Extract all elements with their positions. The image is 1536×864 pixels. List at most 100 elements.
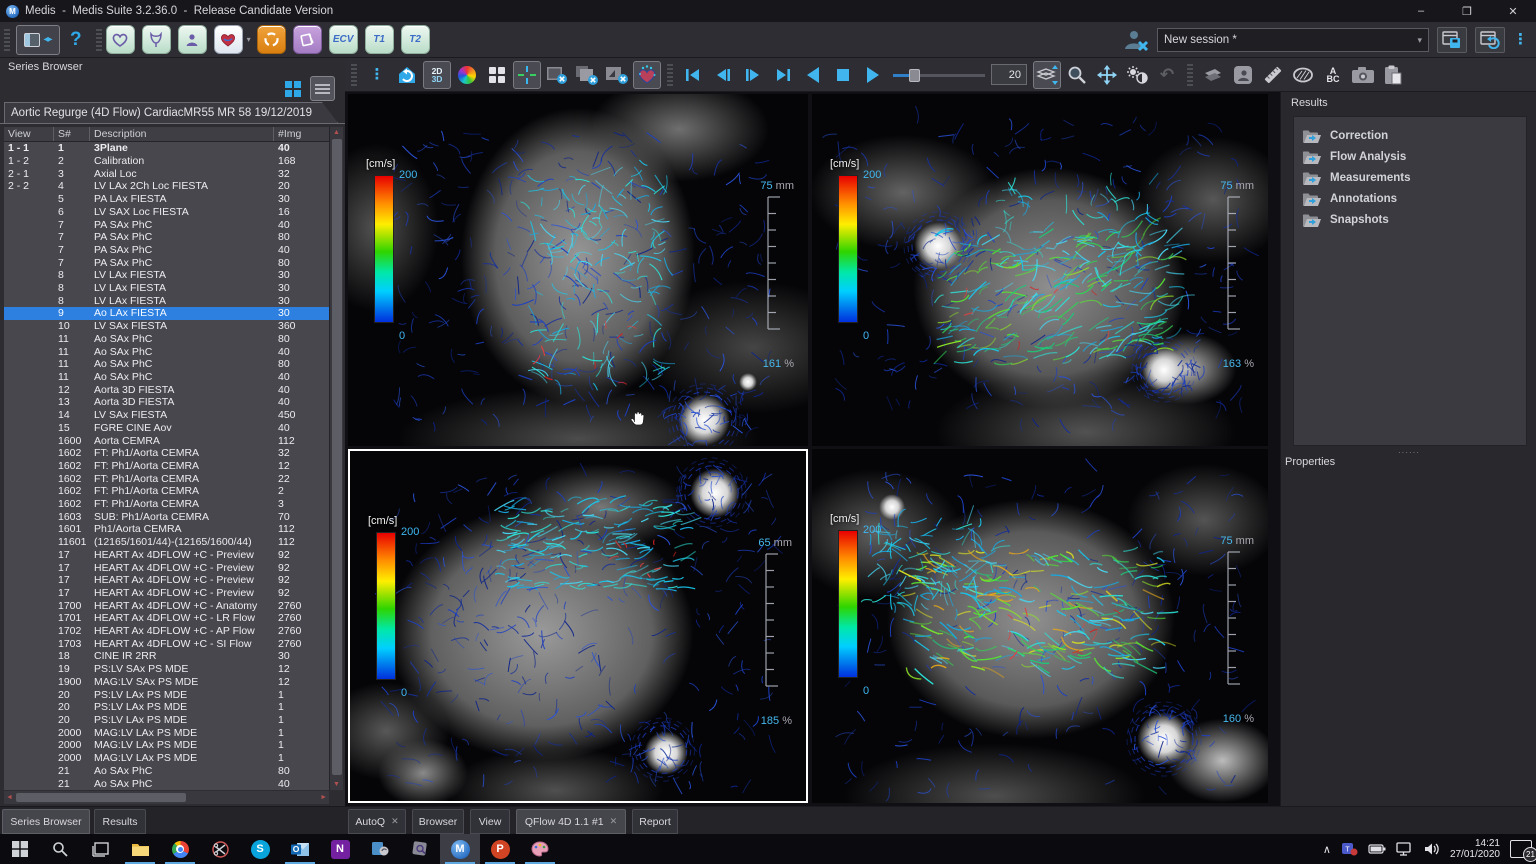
series-row[interactable]: 1602 FT: Ph1/Aorta CEMRA 22 (4, 472, 329, 485)
reformat-planes-button[interactable] (1199, 61, 1227, 89)
network-tray-icon[interactable] (1396, 842, 1414, 856)
series-row[interactable]: 1600 Aorta CEMRA 112 (4, 434, 329, 447)
series-row[interactable]: 1 - 1 1 3Plane 40 (4, 142, 329, 155)
pan-tool-button[interactable] (1093, 61, 1121, 89)
slider-thumb[interactable] (909, 69, 920, 82)
colormap-button[interactable] (453, 61, 481, 89)
series-row[interactable]: 2 - 2 4 LV LAx 2Ch Loc FIESTA 20 (4, 180, 329, 193)
overflow-menu-icon[interactable]: ⋮ (1513, 35, 1528, 45)
series-row[interactable]: 2 - 1 3 Axial Loc 32 (4, 167, 329, 180)
ruler-tool-button[interactable] (1259, 61, 1287, 89)
close-tab-icon[interactable]: ✕ (391, 816, 399, 827)
mr-flow-viewport[interactable]: [cm/s] 200 0 75 mm 161 % (348, 94, 808, 446)
ecv-app-icon[interactable]: ECV (329, 25, 358, 54)
close-tab-icon[interactable]: ✕ (610, 816, 618, 827)
scroll-left-icon[interactable]: ◄ (6, 794, 13, 801)
snipping-tool-button[interactable] (200, 834, 240, 864)
series-row[interactable]: 17 HEART Ax 4DFLOW +C - Preview 92 (4, 574, 329, 587)
series-table-header[interactable]: View S# Description #Img (4, 127, 329, 142)
toolbar-grip[interactable] (667, 64, 673, 86)
series-row[interactable]: 8 LV LAx FIESTA 30 (4, 282, 329, 295)
series-row[interactable]: 13 Aorta 3D FIESTA 40 (4, 396, 329, 409)
vertical-scrollbar[interactable]: ▲ ▼ (329, 127, 343, 790)
series-row[interactable]: 11 Ao SAx PhC 80 (4, 358, 329, 371)
goto-last-frame-button[interactable] (769, 61, 797, 89)
viewport-layout-button[interactable] (483, 61, 511, 89)
series-row[interactable]: 10 LV SAx FIESTA 360 (4, 320, 329, 333)
onenote-button[interactable]: N (320, 834, 360, 864)
undo-button[interactable]: ↶ (1153, 61, 1181, 89)
tab[interactable]: Browser (412, 809, 464, 834)
results-folder-item[interactable]: Measurements (1302, 167, 1526, 188)
series-row[interactable]: 6 LV SAX Loc FIESTA 16 (4, 206, 329, 219)
stop-button[interactable] (829, 61, 857, 89)
series-row[interactable]: 1603 SUB: Ph1/Aorta CEMRA 70 (4, 510, 329, 523)
series-row[interactable]: 17 HEART Ax 4DFLOW +C - Preview 92 (4, 561, 329, 574)
teams-tray-icon[interactable]: T (1341, 841, 1358, 857)
series-row[interactable]: 2000 MAG:LV LAx PS MDE 1 (4, 752, 329, 765)
save-session-button[interactable] (1437, 27, 1467, 53)
tray-expand-icon[interactable]: ∧ (1323, 843, 1331, 856)
close-patient-icon[interactable] (1123, 28, 1149, 52)
sql-browser-button[interactable] (400, 834, 440, 864)
qangio-app-icon[interactable] (293, 25, 322, 54)
series-row[interactable]: 17 HEART Ax 4DFLOW +C - Preview 92 (4, 549, 329, 562)
series-row[interactable]: 20 PS:LV LAx PS MDE 1 (4, 701, 329, 714)
series-row[interactable]: 21 Ao SAx PhC 80 (4, 764, 329, 777)
3dview-app-icon[interactable] (257, 25, 286, 54)
series-row[interactable]: 11601 (12165/1601/44)-(12165/1600/44) 11… (4, 536, 329, 549)
maximize-button[interactable]: ❐ (1444, 0, 1490, 22)
contour-tool-button[interactable] (1289, 61, 1317, 89)
battery-tray-icon[interactable] (1368, 843, 1386, 855)
series-row[interactable]: 17 HEART Ax 4DFLOW +C - Preview 92 (4, 587, 329, 600)
qmass-app-icon[interactable] (106, 25, 135, 54)
series-row[interactable]: 12 Aorta 3D FIESTA 40 (4, 383, 329, 396)
step-back-button[interactable] (709, 61, 737, 89)
play-button[interactable] (859, 61, 887, 89)
scroll-down-icon[interactable]: ▼ (333, 781, 340, 788)
results-folder-item[interactable]: Snapshots (1302, 209, 1526, 230)
volume-tray-icon[interactable] (1424, 842, 1440, 856)
toolbar-grip[interactable] (1187, 64, 1193, 86)
remote-desktop-button[interactable] (360, 834, 400, 864)
results-folder-item[interactable]: Correction (1302, 125, 1526, 146)
scroll-right-icon[interactable]: ► (320, 794, 327, 801)
hide-flow-overlay-button[interactable] (603, 61, 631, 89)
series-row[interactable]: 8 LV LAx FIESTA 30 (4, 294, 329, 307)
hide-phase-overlay-button[interactable] (573, 61, 601, 89)
outlook-button[interactable]: O (280, 834, 320, 864)
powerpoint-button[interactable]: P (480, 834, 520, 864)
tab[interactable]: Report (632, 809, 678, 834)
action-center-icon[interactable]: 21 (1510, 840, 1532, 858)
series-row[interactable]: 7 PA SAx PhC 40 (4, 244, 329, 257)
text-annotation-button[interactable]: ABC (1319, 61, 1347, 89)
medis-taskbar-button[interactable]: M (440, 834, 480, 864)
tab[interactable]: Results (94, 809, 146, 834)
series-row[interactable]: 7 PA SAx PhC 80 (4, 256, 329, 269)
snapshot-button[interactable] (1349, 61, 1377, 89)
reset-layout-button[interactable] (1475, 27, 1505, 53)
series-row[interactable]: 1700 HEART Ax 4DFLOW +C - Anatomy 2760 (4, 599, 329, 612)
series-row[interactable]: 1602 FT: Ph1/Aorta CEMRA 3 (4, 498, 329, 511)
toolbar-grip[interactable] (351, 64, 357, 86)
series-row[interactable]: 7 PA SAx PhC 40 (4, 218, 329, 231)
copy-to-clipboard-button[interactable] (1379, 61, 1407, 89)
mr-flow-viewport[interactable]: [cm/s] 200 0 65 mm 185 % (348, 449, 808, 803)
start-button[interactable] (0, 834, 40, 864)
horizontal-scrollbar[interactable]: ◄ ► (4, 791, 329, 804)
series-row[interactable]: 20 PS:LV LAx PS MDE 1 (4, 714, 329, 727)
qstrain-app-icon[interactable] (178, 25, 207, 54)
list-view-button[interactable] (310, 76, 335, 101)
play-reverse-button[interactable] (799, 61, 827, 89)
orientation-figure-button[interactable] (1229, 61, 1257, 89)
tab[interactable]: Series Browser (2, 809, 90, 834)
series-row[interactable]: 18 CINE IR 2RR 30 (4, 650, 329, 663)
series-row[interactable]: 1 - 2 2 Calibration 168 (4, 155, 329, 168)
series-row[interactable]: 1602 FT: Ph1/Aorta CEMRA 12 (4, 460, 329, 473)
reset-view-button[interactable] (393, 61, 421, 89)
mr-flow-viewport[interactable]: [cm/s] 200 0 75 mm 160 % (812, 449, 1268, 803)
session-combobox[interactable]: New session * ▾ (1157, 28, 1429, 52)
series-row[interactable]: 11 Ao SAx PhC 40 (4, 345, 329, 358)
t1-app-icon[interactable]: T1 (365, 25, 394, 54)
series-row[interactable]: 5 PA LAx FIESTA 30 (4, 193, 329, 206)
